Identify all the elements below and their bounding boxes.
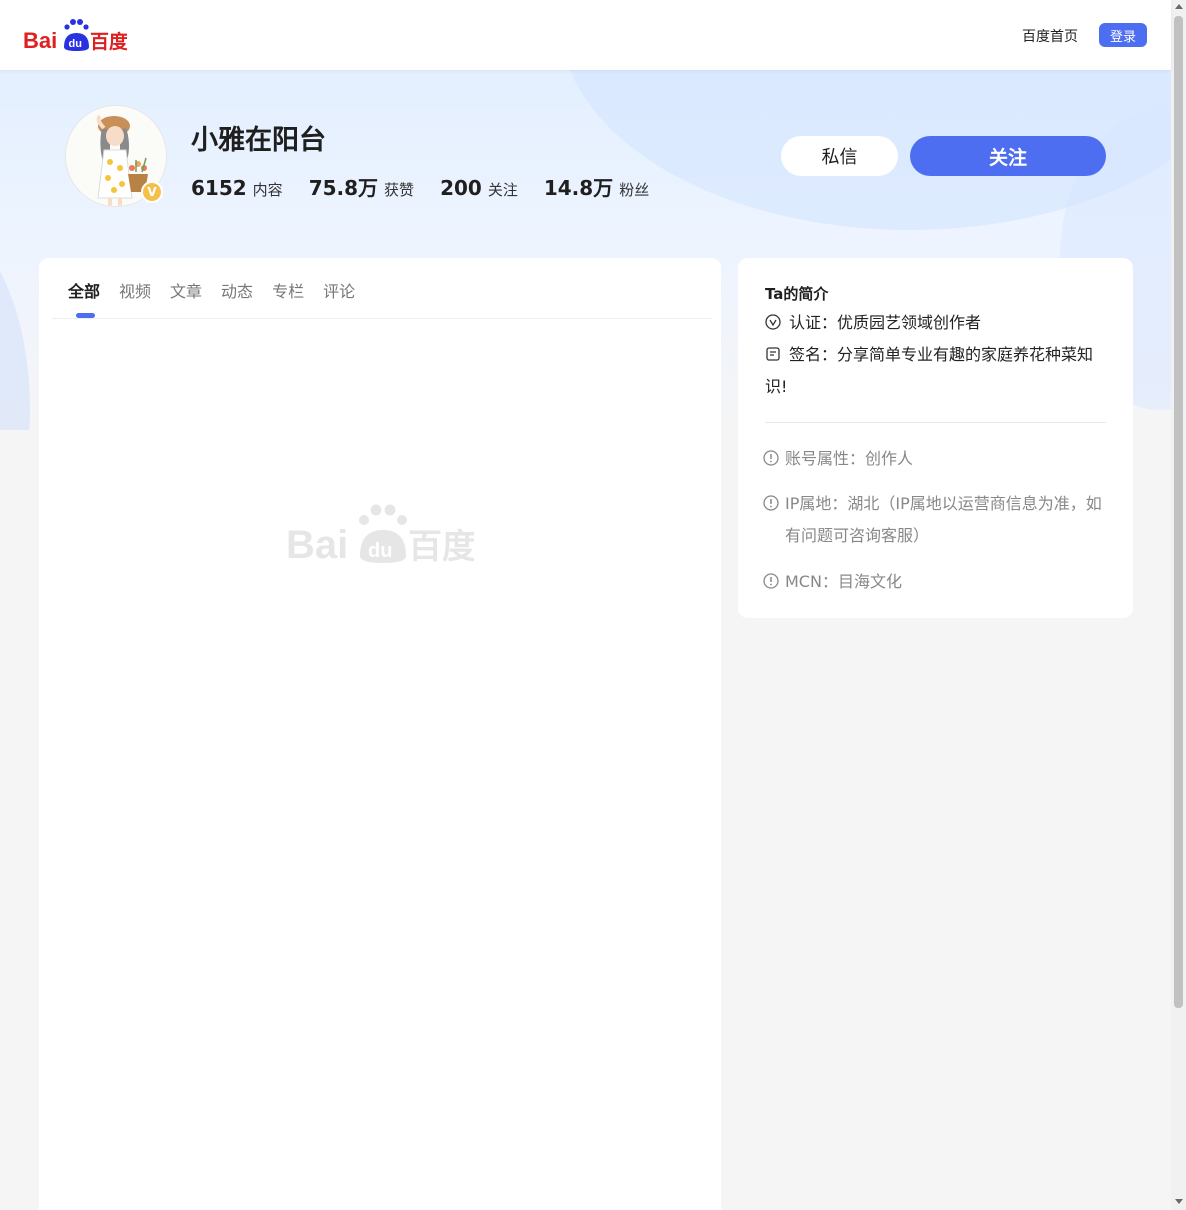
ip-location-row: IP属地：湖北（IP属地以运营商信息为准，如有问题可咨询客服）	[763, 488, 1111, 552]
stat-content: 6152 内容	[191, 176, 283, 200]
private-message-button[interactable]: 私信	[781, 136, 898, 176]
stat-label: 获赞	[384, 181, 415, 199]
account-type-row: 账号属性：创作人	[763, 443, 1111, 475]
tab-column[interactable]: 专栏	[272, 278, 304, 302]
tab-article[interactable]: 文章	[170, 278, 202, 302]
svg-text:du: du	[368, 540, 392, 562]
info-icon	[763, 573, 779, 589]
stat-label: 粉丝	[619, 181, 650, 199]
tab-all[interactable]: 全部	[68, 278, 100, 302]
svg-text:Bai: Bai	[23, 28, 57, 53]
document-icon	[766, 347, 780, 361]
certification-text: 认证：优质园艺领域创作者	[789, 313, 982, 332]
stat-value: 6152	[191, 176, 247, 200]
loading-placeholder-logo: Bai du 百度	[286, 504, 474, 564]
tab-video[interactable]: 视频	[119, 278, 151, 302]
svg-text:Bai: Bai	[286, 523, 348, 564]
scroll-up-arrow-icon[interactable]	[1175, 4, 1183, 9]
verified-badge-icon: V	[141, 181, 163, 203]
tab-dynamic[interactable]: 动态	[221, 278, 253, 302]
info-icon	[763, 495, 779, 511]
svg-text:百度: 百度	[90, 30, 127, 53]
scrollbar-thumb[interactable]	[1174, 16, 1183, 1008]
hero-decoration	[0, 220, 30, 430]
stat-value: 200	[440, 176, 482, 200]
signature-text: 签名：分享简单专业有趣的家庭养花种菜知识!	[765, 345, 1094, 396]
top-navigation-bar: Bai du 百度 百度首页 登录	[0, 0, 1171, 70]
mcn-text: MCN：目海文化	[785, 572, 902, 591]
stat-label: 关注	[487, 181, 518, 199]
intro-title: Ta的简介	[765, 285, 829, 303]
profile-name: 小雅在阳台	[191, 125, 326, 156]
content-feed-card: 全部 视频 文章 动态 专栏 评论 Bai du 百度	[39, 258, 721, 1210]
svg-text:du: du	[69, 38, 82, 50]
page-scrollbar[interactable]	[1171, 0, 1186, 1210]
intro-divider	[765, 422, 1106, 423]
follow-button[interactable]: 关注	[910, 136, 1106, 176]
certification-row: 认证：优质园艺领域创作者	[765, 307, 1110, 339]
svg-text:百度: 百度	[408, 527, 474, 564]
tab-divider	[52, 318, 712, 319]
info-icon	[763, 450, 779, 466]
content-tabs: 全部 视频 文章 动态 专栏 评论	[68, 278, 374, 302]
baidu-logo[interactable]: Bai du 百度	[23, 17, 127, 53]
stat-likes: 75.8万 获赞	[309, 172, 414, 201]
mcn-row: MCN：目海文化	[763, 566, 1111, 598]
login-button[interactable]: 登录	[1099, 23, 1147, 47]
profile-stats: 6152 内容 75.8万 获赞 200 关注 14.8万 粉丝	[191, 172, 675, 201]
baidu-home-link[interactable]: 百度首页	[1022, 26, 1078, 46]
stat-followers[interactable]: 14.8万 粉丝	[544, 172, 649, 201]
verified-check-icon	[765, 314, 781, 330]
account-type-text: 账号属性：创作人	[785, 449, 914, 468]
tab-comment[interactable]: 评论	[323, 278, 355, 302]
signature-row: 签名：分享简单专业有趣的家庭养花种菜知识!	[765, 339, 1110, 403]
stat-value: 75.8万	[308, 176, 379, 200]
stat-value: 14.8万	[543, 176, 614, 200]
ip-location-text: IP属地：湖北（IP属地以运营商信息为准，如有问题可咨询客服）	[785, 494, 1102, 545]
profile-intro-card: Ta的简介 认证：优质园艺领域创作者 签名：分享简单专业有趣的家庭养花种菜知识!…	[738, 258, 1133, 618]
scroll-down-arrow-icon[interactable]	[1175, 1199, 1183, 1204]
stat-following[interactable]: 200 关注	[440, 176, 518, 200]
stat-label: 内容	[252, 181, 283, 199]
